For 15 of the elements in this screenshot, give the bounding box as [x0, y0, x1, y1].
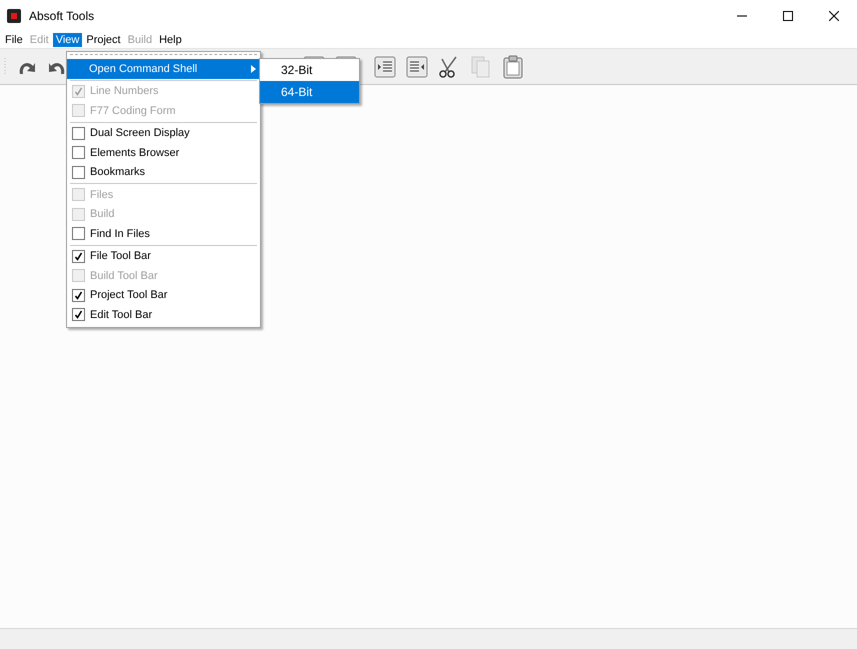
window-title: Absoft Tools	[29, 9, 96, 23]
menu-item[interactable]: Project	[83, 33, 124, 47]
menu-item[interactable]: Dual Screen Display	[67, 124, 260, 143]
menu-item[interactable]: Help	[156, 33, 185, 47]
menu-item[interactable]: Edit Tool Bar	[67, 305, 260, 324]
menu-item[interactable]: Open Command Shell	[67, 59, 260, 78]
menu-item[interactable]: Elements Browser	[67, 143, 260, 162]
menu-item[interactable]: Find In Files	[67, 224, 260, 244]
menu-item[interactable]: 32-Bit	[260, 59, 359, 81]
menu-item[interactable]: View	[52, 33, 82, 47]
menu-item[interactable]: 64-Bit	[260, 81, 359, 103]
menu-item[interactable]: File	[2, 33, 26, 47]
menu-item[interactable]: File Tool Bar	[67, 246, 260, 266]
menu-item[interactable]: Bookmarks	[67, 162, 260, 182]
menu-item[interactable]: Project Tool Bar	[67, 286, 260, 305]
